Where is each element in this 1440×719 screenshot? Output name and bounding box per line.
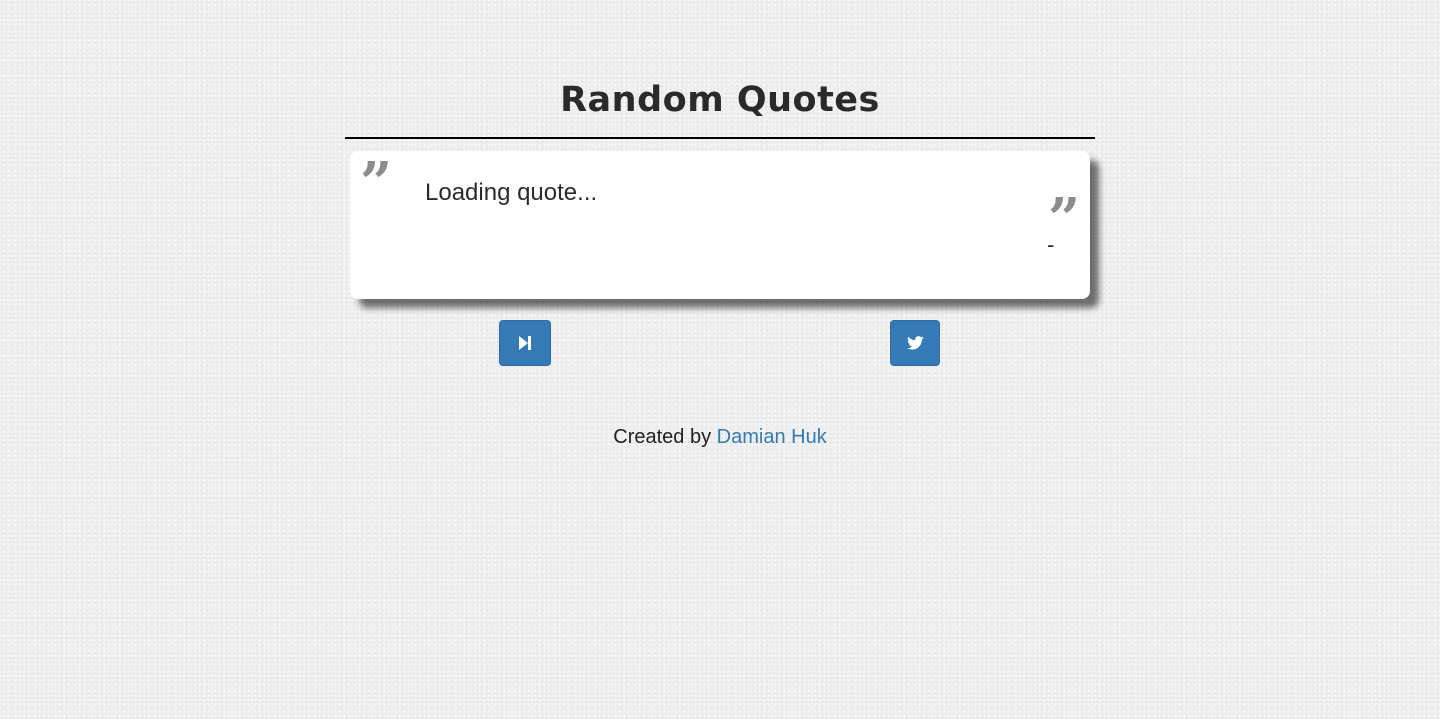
twitter-icon	[906, 336, 924, 350]
open-quote-icon: ”	[360, 150, 393, 216]
step-forward-icon	[518, 335, 532, 351]
quote-card: ” Loading quote... ” -	[350, 151, 1090, 299]
tweet-quote-button[interactable]	[890, 320, 940, 366]
title-divider	[345, 137, 1095, 139]
page-title: Random Quotes	[560, 80, 880, 120]
quote-author: -	[1047, 232, 1055, 257]
quote-text: Loading quote...	[425, 179, 598, 206]
next-quote-button[interactable]	[499, 320, 551, 366]
author-link[interactable]: Damian Huk	[717, 426, 827, 448]
footer: Created by Damian Huk	[0, 425, 1440, 449]
footer-prefix: Created by	[613, 426, 712, 448]
